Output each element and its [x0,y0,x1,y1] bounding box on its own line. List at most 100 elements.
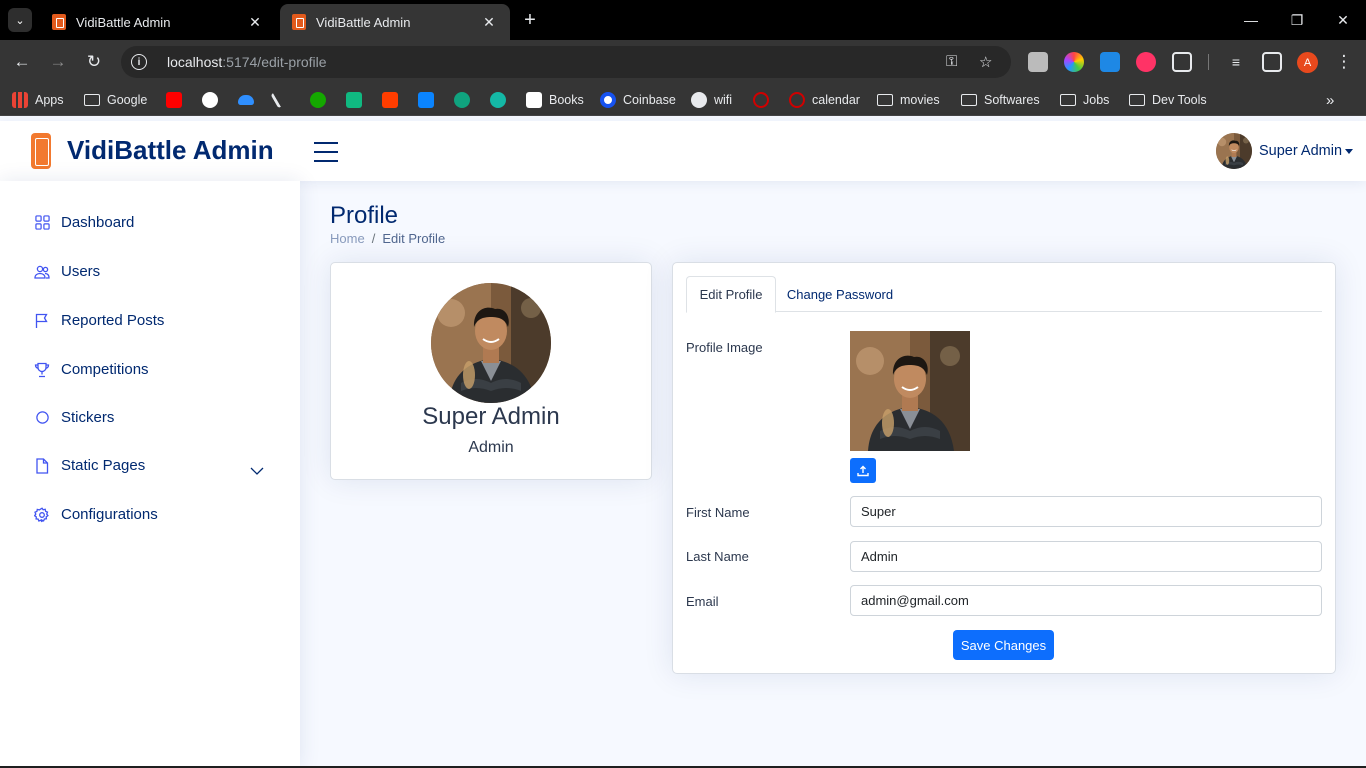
calendar-icon [789,92,805,108]
profile-avatar[interactable]: A [1297,52,1318,73]
side-panel-icon[interactable] [1262,52,1282,72]
caret-down-icon[interactable] [1345,149,1353,154]
minimize-icon[interactable]: — [1228,6,1274,34]
browser-tab-2[interactable]: VidiBattle Admin ✕ [280,4,510,40]
bookmark-label: Dev Tools [1152,93,1207,107]
bookmark-chatgpt[interactable] [454,92,477,108]
flag-icon [34,313,50,329]
reload-icon[interactable]: ↻ [82,50,106,74]
close-window-icon[interactable]: ✕ [1320,6,1366,34]
bookmark-label: calendar [812,93,860,107]
forward-icon[interactable]: → [46,50,70,74]
people-icon [34,264,50,280]
bookmark-movies[interactable]: movies [877,92,940,108]
site-info-icon[interactable]: i [131,54,147,70]
color-picker-icon[interactable] [1064,52,1084,72]
vidibattle-logo-icon[interactable] [31,133,51,169]
save-changes-button[interactable]: Save Changes [953,630,1054,660]
browser-tab-1[interactable]: VidiBattle Admin ✕ [40,4,276,40]
chevron-down-icon[interactable] [250,462,264,475]
upload-icon [857,465,869,476]
folder-icon [84,94,100,106]
extension-icon[interactable] [1028,52,1048,72]
sidebar-item-reported-posts[interactable]: Reported Posts [34,312,164,329]
bookmark-wifi[interactable]: wifi [691,92,732,108]
new-tab-icon[interactable]: + [518,8,542,32]
bookmark-youtube[interactable] [166,92,189,108]
menu-dots-icon[interactable]: ⋮ [1332,50,1356,74]
bookmark-red[interactable] [753,92,776,108]
profile-name: Super Admin [422,403,560,430]
bookmark-vscode[interactable] [418,92,441,108]
puzzle-icon[interactable] [1172,52,1192,72]
bookmark-d[interactable] [346,92,369,108]
sidebar-item-stickers[interactable]: Stickers [34,409,114,426]
close-tab-icon[interactable]: ✕ [480,14,498,31]
bookmark-github[interactable] [202,92,225,108]
restore-icon[interactable]: ❐ [1274,6,1320,34]
p-icon [382,92,398,108]
sidebar-item-label: Static Pages [61,457,146,474]
circle-icon [34,410,50,426]
folder-icon [961,94,977,106]
bookmark-dev-tools[interactable]: Dev Tools [1129,92,1207,108]
sidebar-item-configurations[interactable]: Configurations [34,506,158,523]
close-tab-icon[interactable]: ✕ [246,14,264,31]
sidebar-item-static-pages[interactable]: Static Pages [34,457,145,474]
sidebar-item-users[interactable]: Users [34,263,100,280]
sidebar-item-competitions[interactable]: Competitions [34,361,149,378]
hamburger-menu-icon[interactable] [314,142,338,162]
d-icon [346,92,362,108]
more-bookmarks-icon[interactable]: » [1326,92,1334,109]
bookmark-upwork[interactable] [310,92,333,108]
folder-icon [1129,94,1145,106]
favicon-icon [52,14,66,30]
email-input[interactable] [850,585,1322,616]
bookmark-pen[interactable] [270,91,287,109]
sidebar-item-label: Dashboard [61,214,135,231]
grid-icon [34,215,50,231]
key-icon[interactable]: ⚿ [946,53,957,70]
address-bar[interactable]: i localhost:5174/edit-profile ⚿ ☆ [121,46,1011,78]
upload-image-button[interactable] [850,458,876,483]
sidebar-item-label: Users [61,263,101,280]
sidebar-item-label: Reported Posts [61,312,165,329]
first-name-input[interactable] [850,496,1322,527]
header-avatar[interactable] [1216,133,1252,169]
user-menu-toggle[interactable]: Super Admin [1259,143,1342,159]
page-title: Profile [330,202,399,229]
bookmark-google[interactable]: Google [84,92,147,108]
sidebar-item-label: Stickers [61,409,115,426]
back-icon[interactable]: ← [10,50,34,74]
globe-icon [691,92,707,108]
bookmark-jobs[interactable]: Jobs [1060,92,1109,108]
youtube-icon [166,92,182,108]
brand-title[interactable]: VidiBattle Admin [67,135,274,166]
tab-edit-profile[interactable]: Edit Profile [686,276,776,313]
favicon-icon [292,14,306,30]
url-text: localhost:5174/edit-profile [167,54,327,70]
tab-search-icon[interactable]: ⌄ [8,8,32,32]
media-icon[interactable]: ≡ [1224,50,1248,74]
bookmark-softwares[interactable]: Softwares [961,92,1040,108]
bookmark-coinbase[interactable]: Coinbase [600,92,676,108]
onedrive-icon [238,95,254,105]
sidebar-item-label: Competitions [61,361,149,378]
last-name-input[interactable] [850,541,1322,572]
bookmark-star-icon[interactable]: ☆ [979,53,992,71]
tab-change-password[interactable]: Change Password [777,276,903,312]
bookmark-p[interactable] [382,92,405,108]
sidebar-item-dashboard[interactable]: Dashboard [34,214,134,231]
bookmark-books[interactable]: Books [526,92,584,108]
bookmark-label: Google [107,93,148,107]
breadcrumb-separator: / [371,231,376,246]
breadcrumb-current: Edit Profile [382,231,446,246]
bookmark-apps[interactable]: Apps [12,92,64,108]
bookmark-es[interactable] [490,92,513,108]
bookmark-calendar[interactable]: calendar [789,92,860,108]
bookmark-label: movies [900,93,940,107]
bookmark-onedrive[interactable] [238,92,261,108]
fi-extension-icon[interactable] [1100,52,1120,72]
extension-icon[interactable] [1136,52,1156,72]
breadcrumb-home[interactable]: Home [330,231,365,246]
